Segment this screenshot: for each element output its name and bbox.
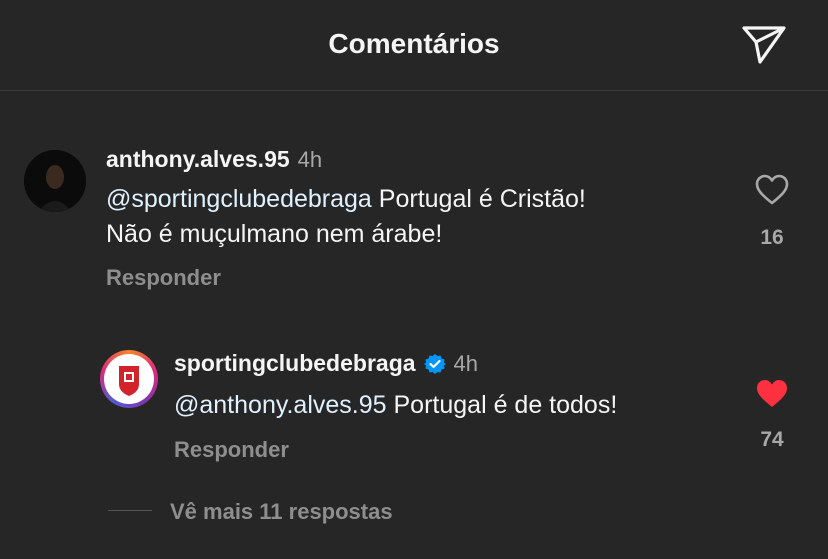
comment-username[interactable]: anthony.alves.95 — [106, 146, 290, 173]
reply-button[interactable]: Responder — [174, 437, 289, 463]
comment-body-line2: Não é muçulmano nem árabe! — [106, 220, 443, 248]
comment-meta: anthony.alves.95 4h — [106, 146, 322, 173]
comment-text: @anthony.alves.95 Portugal é de todos! — [174, 388, 734, 423]
view-more-replies-button[interactable]: Vê mais 11 respostas — [170, 499, 393, 525]
send-icon — [742, 26, 786, 64]
like-button[interactable] — [754, 376, 790, 412]
club-crest-icon — [119, 366, 139, 396]
page-title: Comentários — [328, 28, 500, 59]
comment-text: @sportingclubedebraga Portugal é Cristão… — [106, 182, 706, 252]
heart-outline-icon — [755, 174, 789, 205]
verified-badge-icon — [423, 353, 446, 374]
like-count: 16 — [760, 226, 784, 249]
divider — [108, 510, 152, 511]
avatar[interactable] — [100, 350, 158, 408]
user-photo-icon — [24, 150, 86, 212]
header-bar: Comentários — [0, 0, 828, 91]
mention-link[interactable]: @sportingclubedebraga — [106, 185, 372, 213]
mention-link[interactable]: @anthony.alves.95 — [174, 391, 387, 419]
heart-filled-icon — [757, 380, 787, 407]
reply-button[interactable]: Responder — [106, 265, 221, 291]
like-button[interactable] — [754, 172, 790, 208]
like-count: 74 — [760, 428, 784, 451]
comment-body: Portugal é Cristão! — [371, 185, 586, 213]
club-logo — [104, 354, 154, 404]
comment-username[interactable]: sportingclubedebraga — [174, 350, 416, 377]
comment-meta: sportingclubedebraga 4h — [174, 350, 478, 377]
comment-time: 4h — [453, 350, 479, 376]
comment-time: 4h — [297, 146, 323, 172]
comment-body: Portugal é de todos! — [386, 391, 618, 419]
send-button[interactable] — [740, 22, 788, 66]
avatar[interactable] — [24, 150, 86, 212]
